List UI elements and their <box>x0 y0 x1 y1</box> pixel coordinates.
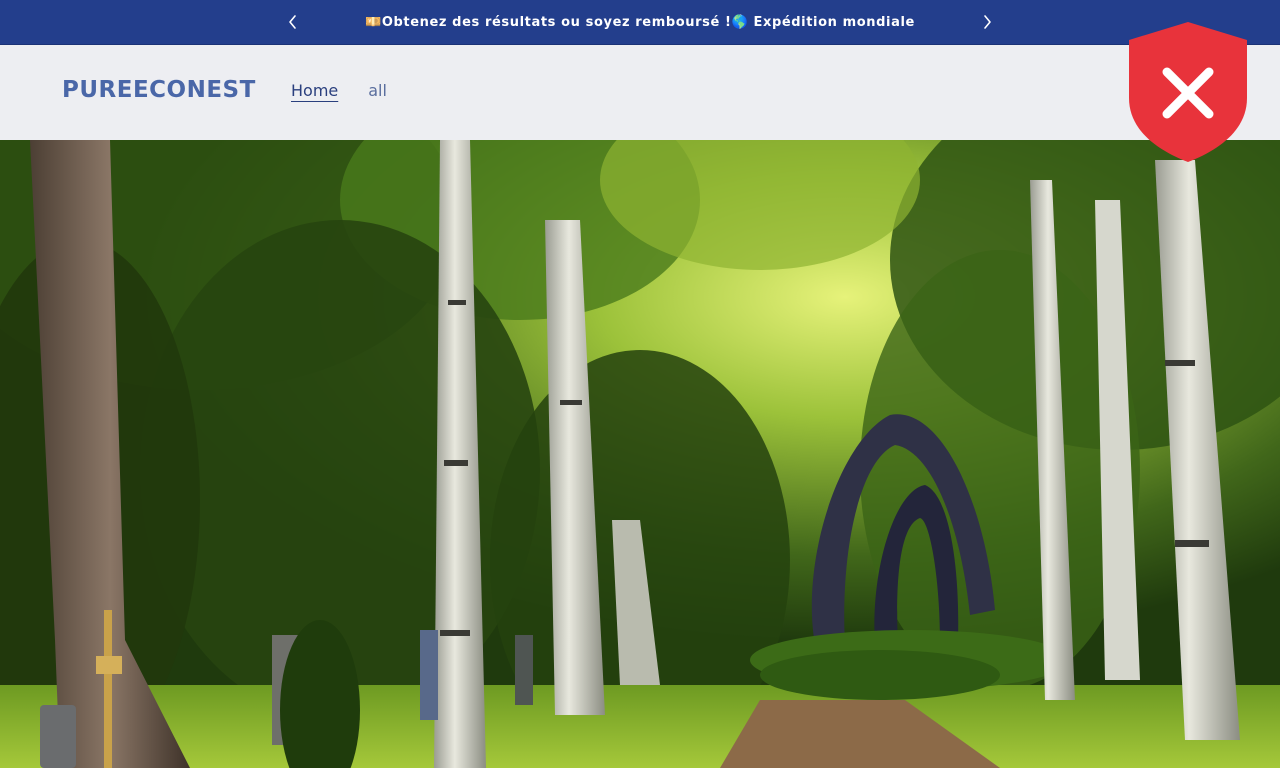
hero-banner <box>0 140 1280 768</box>
hero-forest-image <box>0 140 1280 768</box>
security-shield-x-icon[interactable] <box>1127 20 1249 164</box>
announcement-bar: 💴Obtenez des résultats ou soyez rembours… <box>0 0 1280 45</box>
chevron-right-icon <box>984 15 991 29</box>
announcement-next-button[interactable] <box>977 12 997 32</box>
site-logo[interactable]: PUREECONEST <box>62 77 256 103</box>
site-header: PUREECONEST Home all <box>0 45 1280 140</box>
nav-link-all[interactable]: all <box>368 80 387 102</box>
announcement-text: 💴Obtenez des résultats ou soyez rembours… <box>365 14 915 30</box>
chevron-left-icon <box>289 15 296 29</box>
announcement-prev-button[interactable] <box>283 12 303 32</box>
main-nav: Home all <box>291 80 387 102</box>
nav-link-home[interactable]: Home <box>291 80 338 102</box>
